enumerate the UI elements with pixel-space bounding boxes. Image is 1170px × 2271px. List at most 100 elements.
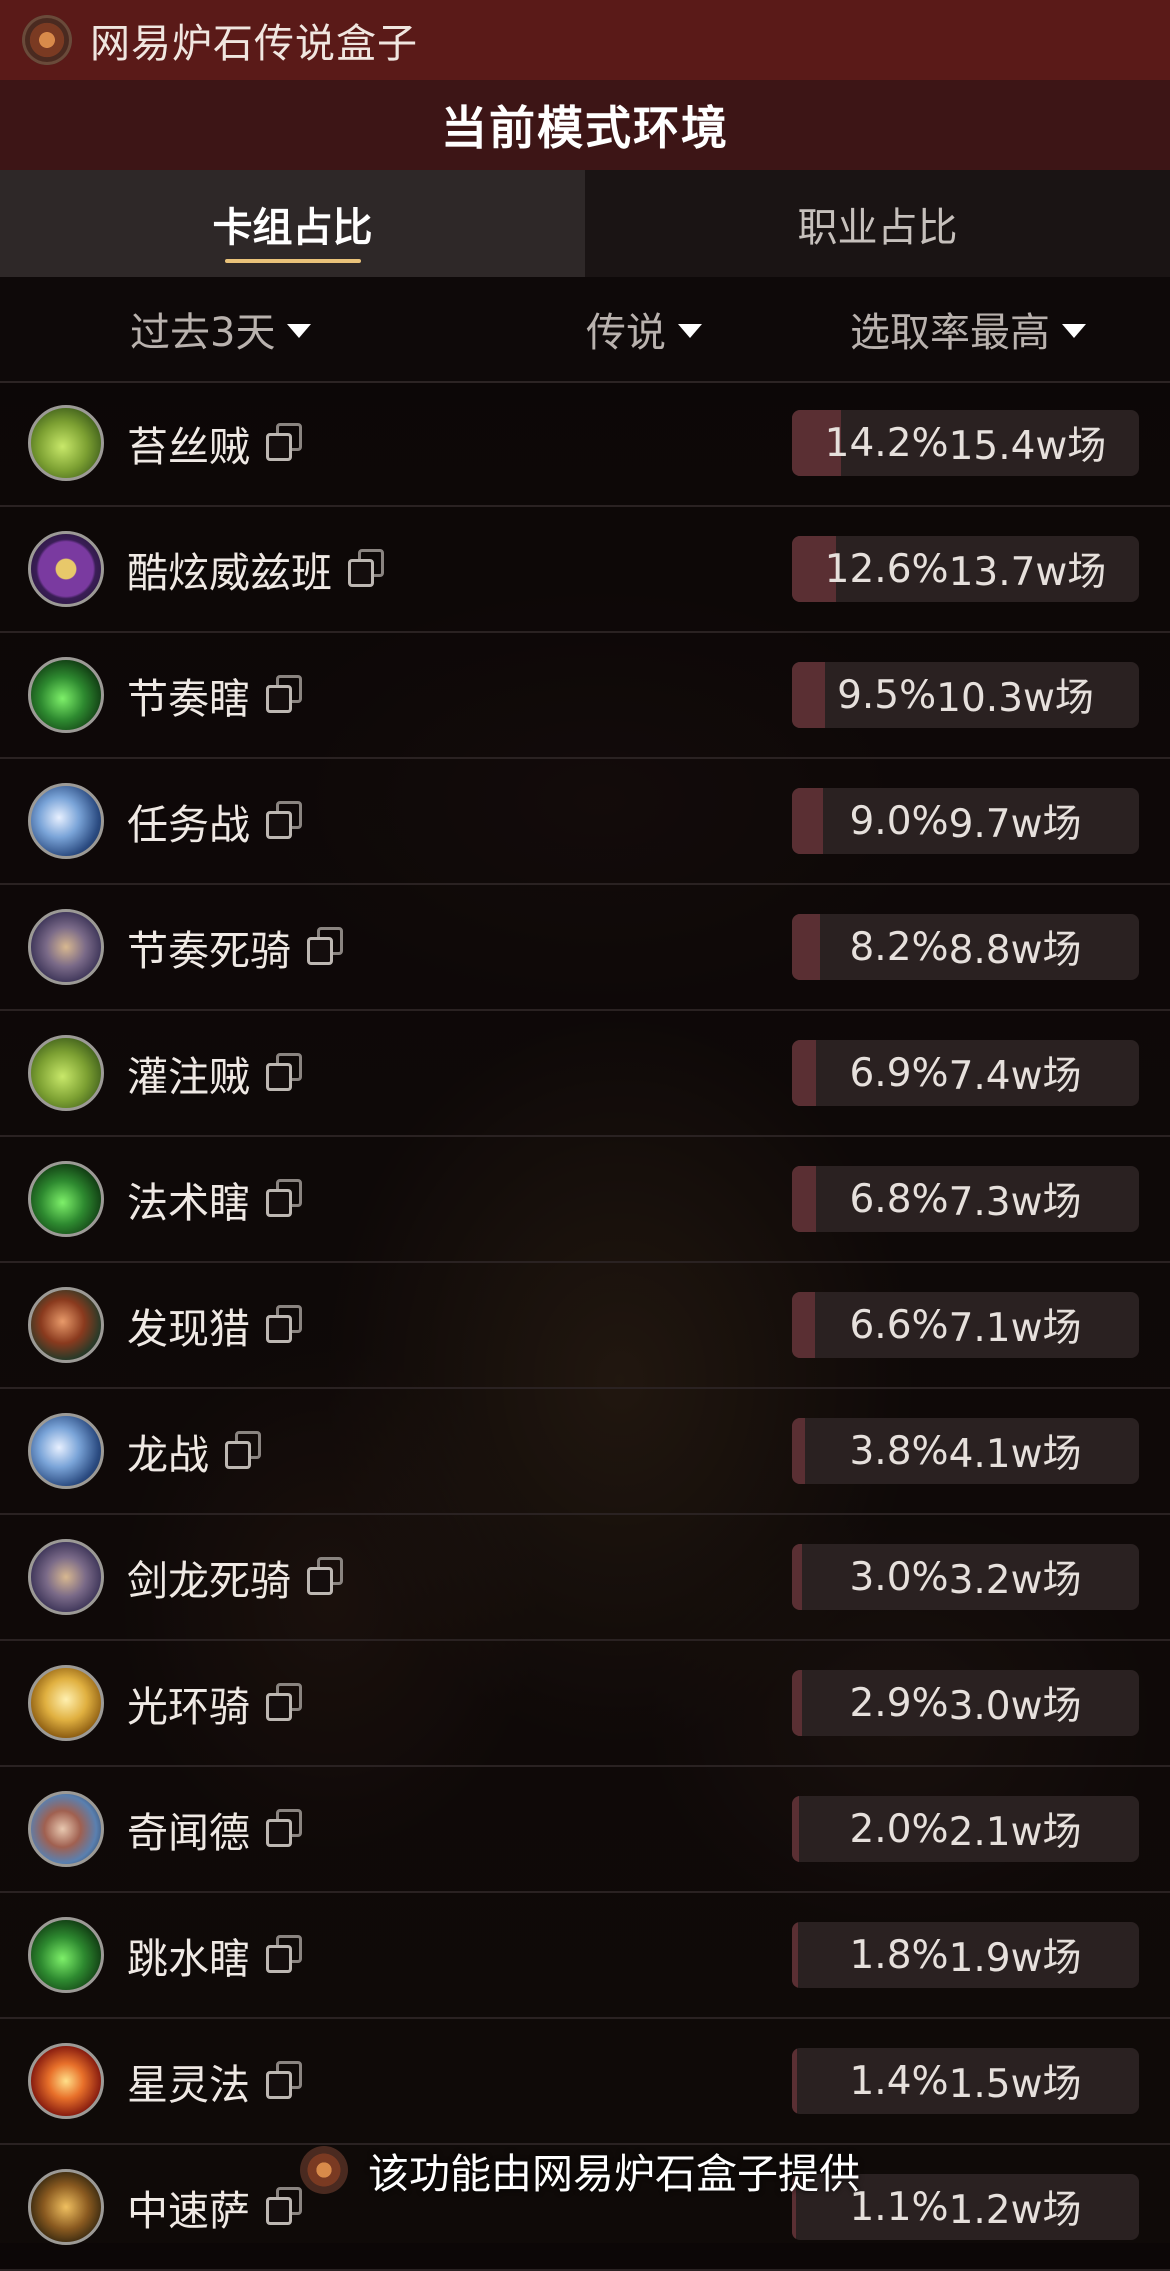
usage-rate-bar: 6.8% 7.3w场 xyxy=(792,1166,1139,1232)
filter-bar: 过去3天 传说 选取率最高 xyxy=(0,277,1170,383)
chevron-down-icon xyxy=(1062,324,1086,338)
chevron-down-icon xyxy=(287,324,312,338)
deck-row[interactable]: 酷炫威兹班 12.6% 13.7w场 xyxy=(0,507,1170,633)
usage-rate-value: 9.5% xyxy=(837,672,937,718)
deck-name-group: 灌注贼 xyxy=(127,1011,304,1135)
app-header: 网易炉石传说盒子 xyxy=(0,0,1170,80)
deck-row[interactable]: 剑龙死骑 3.0% 3.2w场 xyxy=(0,1515,1170,1641)
active-tab-indicator xyxy=(224,259,361,263)
page-title: 当前模式环境 xyxy=(441,101,729,155)
copy-icon[interactable] xyxy=(266,2187,304,2227)
deck-name: 苔丝贼 xyxy=(127,423,250,471)
copy-icon[interactable] xyxy=(266,675,304,715)
copy-icon[interactable] xyxy=(225,1431,263,1471)
copy-icon[interactable] xyxy=(266,1809,304,1849)
deck-row[interactable]: 苔丝贼 14.2% 15.4w场 xyxy=(0,381,1170,507)
tab-label: 职业占比 xyxy=(797,204,958,251)
copy-icon[interactable] xyxy=(266,801,304,841)
deck-row[interactable]: 任务战 9.0% 9.7w场 xyxy=(0,759,1170,885)
copy-icon[interactable] xyxy=(266,1053,304,1093)
rank-dropdown[interactable]: 传说 xyxy=(586,277,702,381)
deck-row[interactable]: 节奏死骑 8.2% 8.8w场 xyxy=(0,885,1170,1011)
copy-icon[interactable] xyxy=(266,1683,304,1723)
deck-row[interactable]: 灌注贼 6.9% 7.4w场 xyxy=(0,1011,1170,1137)
warrior-class-icon xyxy=(28,783,104,859)
death-knight-class-icon xyxy=(28,1539,104,1615)
deck-name-group: 苔丝贼 xyxy=(127,381,304,505)
tab-bar: 卡组占比 职业占比 xyxy=(0,170,1170,277)
deck-row[interactable]: 跳水瞎 1.8% 1.9w场 xyxy=(0,1893,1170,2019)
shaman-class-icon xyxy=(28,2169,104,2245)
usage-rate-bar: 9.0% 9.7w场 xyxy=(792,788,1139,854)
deck-name-group: 节奏瞎 xyxy=(127,633,304,757)
deck-name-group: 法术瞎 xyxy=(127,1137,304,1261)
copy-icon[interactable] xyxy=(266,1305,304,1345)
chevron-down-icon xyxy=(678,324,702,338)
deck-name-group: 跳水瞎 xyxy=(127,1893,304,2017)
sort-dropdown[interactable]: 选取率最高 xyxy=(850,277,1086,381)
usage-rate-bar: 1.8% 1.9w场 xyxy=(792,1922,1139,1988)
demon-hunter-class-icon xyxy=(28,657,104,733)
time-range-dropdown[interactable]: 过去3天 xyxy=(130,277,312,381)
usage-rate-value: 12.6% xyxy=(824,546,949,592)
copy-icon[interactable] xyxy=(307,927,345,967)
deck-name: 节奏瞎 xyxy=(127,675,250,723)
tab-class-share[interactable]: 职业占比 xyxy=(585,170,1170,277)
deck-name: 奇闻德 xyxy=(127,1809,250,1857)
usage-rate-value: 6.9% xyxy=(849,1050,949,1096)
mystery-question-icon xyxy=(28,531,104,607)
usage-rate-text: 6.8% 7.3w场 xyxy=(792,1166,1139,1232)
deck-row[interactable]: 星灵法 1.4% 1.5w场 xyxy=(0,2019,1170,2145)
deck-list: 苔丝贼 14.2% 15.4w场 酷炫威兹班 12.6% 13.7w场 节奏瞎 9.5% … xyxy=(0,381,1170,2271)
copy-icon[interactable] xyxy=(266,2061,304,2101)
dropdown-label: 传说 xyxy=(586,310,666,356)
games-count: 2.1w场 xyxy=(948,1810,1082,1855)
deck-name: 发现猎 xyxy=(127,1305,250,1353)
copy-icon[interactable] xyxy=(266,1179,304,1219)
app-title: 网易炉石传说盒子 xyxy=(90,21,418,67)
deck-row[interactable]: 节奏瞎 9.5% 10.3w场 xyxy=(0,633,1170,759)
deck-row[interactable]: 奇闻德 2.0% 2.1w场 xyxy=(0,1767,1170,1893)
usage-rate-bar: 6.6% 7.1w场 xyxy=(792,1292,1139,1358)
deck-name: 龙战 xyxy=(127,1431,209,1479)
deck-row[interactable]: 光环骑 2.9% 3.0w场 xyxy=(0,1641,1170,1767)
games-count: 10.3w场 xyxy=(936,676,1094,721)
usage-rate-text: 9.5% 10.3w场 xyxy=(792,662,1139,728)
demon-hunter-class-icon xyxy=(28,1917,104,1993)
usage-rate-value: 14.2% xyxy=(824,420,949,466)
death-knight-class-icon xyxy=(28,909,104,985)
provider-note-text: 该功能由网易炉石盒子提供 xyxy=(368,2150,860,2198)
games-count: 8.8w场 xyxy=(948,928,1082,973)
deck-name: 灌注贼 xyxy=(127,1053,250,1101)
dropdown-label: 过去3天 xyxy=(130,310,276,356)
mode-header: 当前模式环境 xyxy=(0,80,1170,170)
deck-row[interactable]: 法术瞎 6.8% 7.3w场 xyxy=(0,1137,1170,1263)
tab-deck-share[interactable]: 卡组占比 xyxy=(0,170,585,277)
copy-icon[interactable] xyxy=(348,549,386,589)
copy-icon[interactable] xyxy=(266,1935,304,1975)
usage-rate-value: 2.9% xyxy=(849,1680,949,1726)
deck-name-group: 光环骑 xyxy=(127,1641,304,1765)
deck-name-group: 任务战 xyxy=(127,759,304,883)
usage-rate-bar: 2.9% 3.0w场 xyxy=(792,1670,1139,1736)
games-count: 3.2w场 xyxy=(948,1558,1082,1603)
copy-icon[interactable] xyxy=(307,1557,345,1597)
rogue-class-icon xyxy=(28,1035,104,1111)
deck-name: 酷炫威兹班 xyxy=(127,549,332,597)
usage-rate-bar: 8.2% 8.8w场 xyxy=(792,914,1139,980)
games-count: 1.9w场 xyxy=(948,1936,1082,1981)
games-count: 9.7w场 xyxy=(948,802,1082,847)
app-logo-icon xyxy=(22,15,72,65)
usage-rate-value: 6.6% xyxy=(849,1302,949,1348)
deck-row[interactable]: 发现猎 6.6% 7.1w场 xyxy=(0,1263,1170,1389)
usage-rate-bar: 6.9% 7.4w场 xyxy=(792,1040,1139,1106)
copy-icon[interactable] xyxy=(266,423,304,463)
usage-rate-text: 3.8% 4.1w场 xyxy=(792,1418,1139,1484)
usage-rate-text: 6.6% 7.1w场 xyxy=(792,1292,1139,1358)
deck-name: 任务战 xyxy=(127,801,250,849)
usage-rate-text: 1.4% 1.5w场 xyxy=(792,2048,1139,2114)
deck-name-group: 中速萨 xyxy=(127,2145,304,2269)
deck-row[interactable]: 龙战 3.8% 4.1w场 xyxy=(0,1389,1170,1515)
deck-name: 剑龙死骑 xyxy=(127,1557,291,1605)
usage-rate-value: 3.8% xyxy=(849,1428,949,1474)
